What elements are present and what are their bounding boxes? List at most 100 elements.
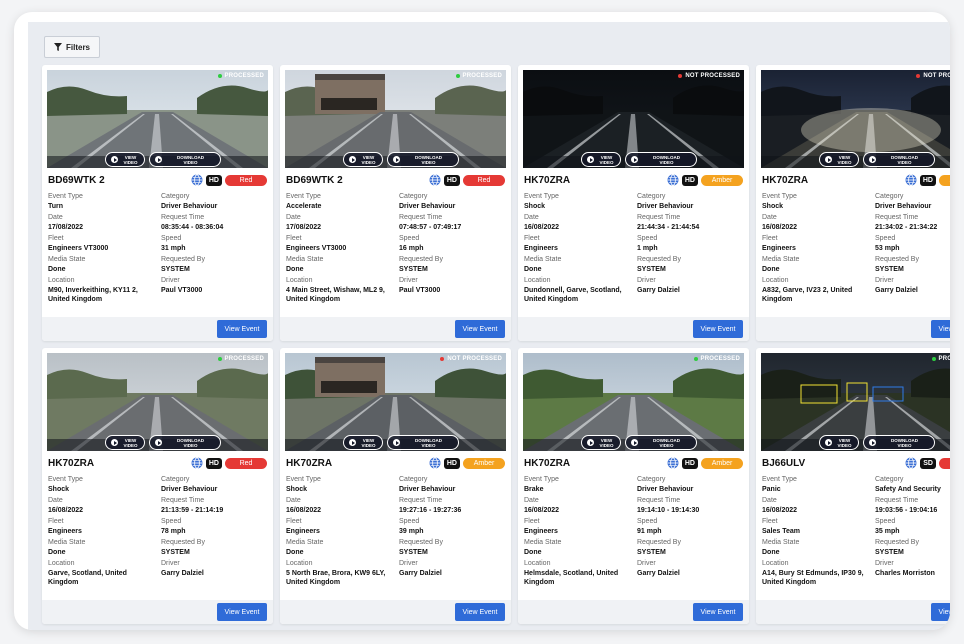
download-video-button[interactable]: DOWNLOAD VIDEO [149, 435, 221, 450]
event-thumbnail[interactable]: PROCESSED VIEWVIDEO DOWNLOADVIDEO [285, 70, 506, 168]
download-video-button[interactable]: DOWNLOAD VIDEO [863, 435, 935, 450]
view-video-button[interactable]: VIEW VIDEO [343, 435, 383, 450]
view-event-button[interactable]: View Event [455, 320, 505, 338]
view-video-button[interactable]: VIEW VIDEO [819, 435, 859, 450]
event-thumbnail[interactable]: PROCESSED VIEWVIDEO DOWNLOADVIDEO [47, 353, 268, 451]
category-label: Category [637, 193, 666, 200]
speed-label: Speed [637, 518, 658, 525]
card-header: HK70ZRA HD Amber [286, 457, 505, 471]
event-type-label: Event Type [286, 476, 321, 483]
media-state-value: Done [286, 266, 304, 273]
details-right: Category Safety And Security Request Tim… [875, 475, 950, 580]
view-event-button[interactable]: View Event [693, 603, 743, 621]
status-text: NOT PROCESSED [447, 356, 502, 362]
category-label: Category [399, 476, 428, 483]
download-video-button[interactable]: DOWNLOAD VIDEO [863, 152, 935, 167]
card-header: HK70ZRA HD Amber [524, 457, 743, 471]
details-left: Event Type Accelerate Date 17/08/2022 Fl… [286, 192, 396, 304]
speed-label: Speed [161, 518, 182, 525]
media-state-value: Done [762, 549, 780, 556]
date-value: 16/08/2022 [762, 224, 798, 231]
download-video-button[interactable]: DOWNLOAD VIDEO [149, 152, 221, 167]
vehicle-registration: HK70ZRA [524, 175, 571, 186]
processing-status: NOT PROCESSED [440, 356, 502, 362]
category-label: Category [637, 476, 666, 483]
download-video-button[interactable]: DOWNLOAD VIDEO [387, 435, 459, 450]
category-label: Category [875, 476, 904, 483]
card-badges: HD Red [191, 457, 267, 469]
category-value: Driver Behaviour [875, 203, 932, 210]
view-event-button[interactable]: View Event [217, 320, 267, 338]
event-thumbnail[interactable]: NOT PROCESSED VIEWVIDEO DOWNLOADVIDEO [761, 70, 950, 168]
event-thumbnail[interactable]: NOT PROCESSED VIEWVIDEO DOWNLOADVIDEO [285, 353, 506, 451]
view-video-button[interactable]: VIEW VIDEO [819, 152, 859, 167]
speed-value: 35 mph [875, 528, 900, 535]
requested-by-value: SYSTEM [637, 266, 666, 273]
vehicle-registration: BD69WTK 2 [48, 175, 105, 186]
download-video-button[interactable]: DOWNLOAD VIDEO [625, 152, 697, 167]
view-video-button[interactable]: VIEW VIDEO [581, 152, 621, 167]
play-icon [111, 156, 118, 163]
view-video-button[interactable]: VIEW VIDEO [581, 435, 621, 450]
event-thumbnail[interactable]: PROCESSED VIEWVIDEO DOWNLOADVIDEO [47, 70, 268, 168]
view-video-button[interactable]: VIEW VIDEO [343, 152, 383, 167]
request-time-value: 07:48:57 - 07:49:17 [399, 224, 462, 231]
download-video-button[interactable]: DOWNLOAD VIDEO [387, 152, 459, 167]
download-icon [155, 156, 162, 163]
event-type-value: Shock [286, 486, 308, 493]
requested-by-value: SYSTEM [875, 549, 904, 556]
download-icon [869, 439, 876, 446]
app-frame: Filters PROCESSED VIEW VIDEO DOWNLOAD VIDE… [14, 12, 950, 630]
event-thumbnail[interactable]: NOT PROCESSED VIEWVIDEO DOWNLOADVIDEO [523, 70, 744, 168]
fleet-label: Fleet [524, 235, 540, 242]
download-icon [631, 156, 638, 163]
play-icon [349, 156, 356, 163]
requested-by-label: Requested By [399, 539, 443, 546]
view-event-button[interactable]: View Event [455, 603, 505, 621]
details-right: Category Driver Behaviour Request Time 2… [875, 192, 950, 297]
card-badges: HD Amber [667, 457, 743, 469]
card-footer: View Event [280, 317, 511, 341]
download-video-label-2: VIDEO [183, 159, 198, 165]
event-thumbnail[interactable]: PROCESSED VIEWVIDEO DOWNLOADVIDEO [761, 353, 950, 451]
location-label: Location [524, 560, 551, 567]
speed-label: Speed [875, 518, 896, 525]
view-event-button[interactable]: View Event [931, 603, 950, 621]
view-event-button[interactable]: View Event [931, 320, 950, 338]
date-value: 16/08/2022 [48, 507, 84, 514]
request-time-label: Request Time [399, 497, 443, 504]
download-video-button[interactable]: DOWNLOAD VIDEO [625, 435, 697, 450]
filter-icon [54, 43, 62, 51]
details-left: Event Type Turn Date 17/08/2022 Fleet En… [48, 192, 158, 304]
details-left: Event Type Panic Date 16/08/2022 Fleet S… [762, 475, 872, 587]
status-text: PROCESSED [462, 73, 502, 79]
view-video-button[interactable]: VIEW VIDEO [105, 435, 145, 450]
requested-by-value: SYSTEM [875, 266, 904, 273]
processing-status: PROCESSED [217, 356, 264, 362]
requested-by-value: SYSTEM [161, 549, 190, 556]
view-video-button[interactable]: VIEW VIDEO [105, 152, 145, 167]
download-icon [393, 439, 400, 446]
view-video-label-2: VIDEO [361, 442, 376, 448]
event-thumbnail[interactable]: PROCESSED VIEWVIDEO DOWNLOADVIDEO [523, 353, 744, 451]
view-event-button[interactable]: View Event [693, 320, 743, 338]
status-text: NOT PROCESSED [923, 73, 950, 79]
location-value: 4 Main Street, Wishaw, ML2 9, United Kin… [286, 287, 385, 303]
fleet-label: Fleet [524, 518, 540, 525]
category-label: Category [161, 476, 190, 483]
event-card: PROCESSED VIEWVIDEO DOWNLOADVIDEO BJ66UL… [756, 348, 950, 624]
fleet-value: Engineers [524, 245, 558, 252]
event-type-value: Accelerate [286, 203, 322, 210]
view-event-button[interactable]: View Event [217, 603, 267, 621]
card-badges: HD Red [429, 174, 505, 186]
event-card: PROCESSED VIEW VIDEO DOWNLOAD VIDEO HK70ZR… [42, 348, 273, 624]
fleet-value: Sales Team [762, 528, 801, 535]
media-state-value: Done [524, 549, 542, 556]
download-icon [631, 439, 638, 446]
event-type-value: Shock [762, 203, 784, 210]
vehicle-registration: HK70ZRA [286, 458, 333, 469]
date-value: 16/08/2022 [524, 507, 560, 514]
status-dot-icon [217, 74, 222, 78]
category-label: Category [161, 193, 190, 200]
filters-button[interactable]: Filters [44, 36, 101, 58]
